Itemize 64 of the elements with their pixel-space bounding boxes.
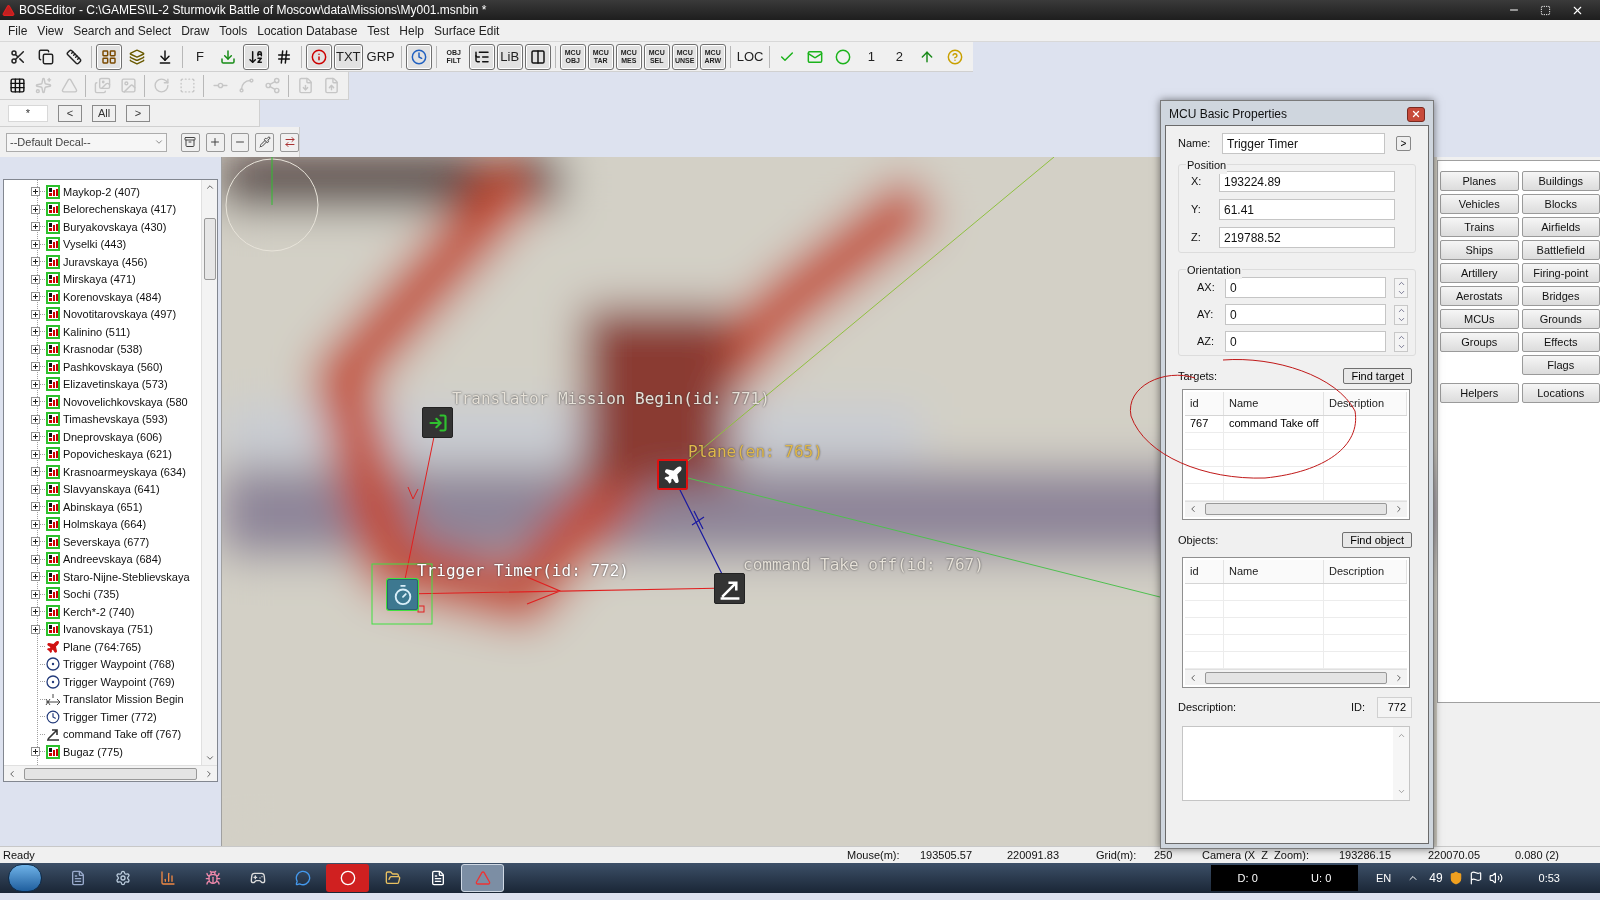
tree-item-label: Bugaz (775) (63, 744, 123, 760)
tree-item-label: Elizavetinskaya (573) (63, 377, 168, 392)
field-label: X: (1191, 174, 1203, 190)
tray-counter: 49 (1429, 870, 1443, 887)
table-cell-text: command Take off (1229, 416, 1319, 432)
status-label: Camera (X Z Zoom): (1202, 847, 1310, 863)
tree-item-label: Krasnodar (538) (63, 342, 143, 357)
section-label: Targets: (1178, 369, 1218, 384)
status-value: 193505.57 (920, 847, 973, 863)
tree-item-label: Sochi (735) (63, 587, 120, 602)
status-value: 220070.05 (1428, 847, 1481, 863)
tree-item-label: Novovelichkovskaya (580 (63, 394, 188, 410)
status-label: Mouse(m): (847, 847, 901, 863)
tree-item-label: Kerch*-2 (740) (63, 604, 135, 620)
tree-item-label: Timashevskaya (593) (63, 412, 168, 427)
tree-item-label: Translator Mission Begin (63, 692, 184, 707)
tree-item-label: Andreevskaya (684) (63, 552, 162, 567)
status-value: 193286.15 (1339, 847, 1392, 863)
tree-item-label: Kalinino (511) (63, 324, 131, 340)
status-label: Grid(m): (1096, 847, 1138, 863)
download-counter: D: 0 (1237, 870, 1258, 886)
tree-item-label: Staro-Nijne-Steblievskaya (63, 569, 190, 585)
node-label: Trigger Timer(id: 772) (417, 560, 629, 582)
tree-item-label: Vyselki (443) (63, 237, 127, 252)
tree-item-label: Trigger Waypoint (769) (63, 674, 175, 690)
tree-item-label: Trigger Timer (772) (63, 709, 157, 725)
tree-item-label: Belorechenskaya (417) (63, 202, 177, 217)
field-label: ID: (1350, 700, 1365, 716)
tree-item-label: Krasnoarmeyskaya (634) (63, 464, 186, 480)
tree-item-label: Severskaya (677) (63, 534, 150, 550)
field-label: Name: (1178, 136, 1212, 152)
field-label: Description: (1178, 700, 1237, 716)
tree-item-label: Popovicheskaya (621) (63, 447, 172, 462)
status-value: 220091.83 (1007, 847, 1060, 863)
tree-item-label: Maykop-2 (407) (63, 184, 141, 200)
tree-item-label: Juravskaya (456) (63, 254, 148, 270)
field-label: Y: (1191, 202, 1202, 218)
field-label: AZ: (1197, 334, 1216, 350)
tree-item-label: Ivanovskaya (751) (63, 622, 153, 637)
window-title: BOSEditor - C:\GAMES\IL-2 Sturmovik Battle of Moscow\data\Missions\My001.msnbin * (19, 2, 487, 19)
tree-item-label: Novotitarovskaya (497) (63, 307, 177, 322)
tree-item-label: command Take off (767) (63, 727, 182, 742)
status-value: 0.080 (2) (1515, 847, 1560, 863)
window-title: MCU Basic Properties (1169, 106, 1288, 123)
section-label: Objects: (1178, 532, 1219, 548)
tree-item-label: Slavyanskaya (641) (63, 482, 160, 497)
clock: 0:53 (1538, 870, 1560, 886)
tree-item-label: Pashkovskaya (560) (63, 359, 163, 375)
status-message: Ready (3, 847, 36, 863)
upload-counter: U: 0 (1311, 870, 1332, 886)
language-indicator: EN (1375, 870, 1392, 886)
table-cell-text: 767 (1190, 416, 1209, 432)
tree-item-label: Trigger Waypoint (768) (63, 657, 175, 672)
field-label: Z: (1191, 230, 1202, 246)
tree-item-label: Abinskaya (651) (63, 499, 143, 515)
status-value: 250 (1154, 847, 1174, 863)
tree-item-label: Holmskaya (664) (63, 517, 147, 532)
field-label: AX: (1197, 280, 1216, 296)
tree-item-label: Mirskaya (471) (63, 272, 136, 287)
tree-item-label: Buryakovskaya (430) (63, 219, 167, 235)
tree-item-label: Korenovskaya (484) (63, 289, 162, 305)
field-label: AY: (1197, 307, 1215, 323)
tree-item-label: Dneprovskaya (606) (63, 429, 163, 445)
tree-item-label: Plane (764:765) (63, 639, 142, 655)
